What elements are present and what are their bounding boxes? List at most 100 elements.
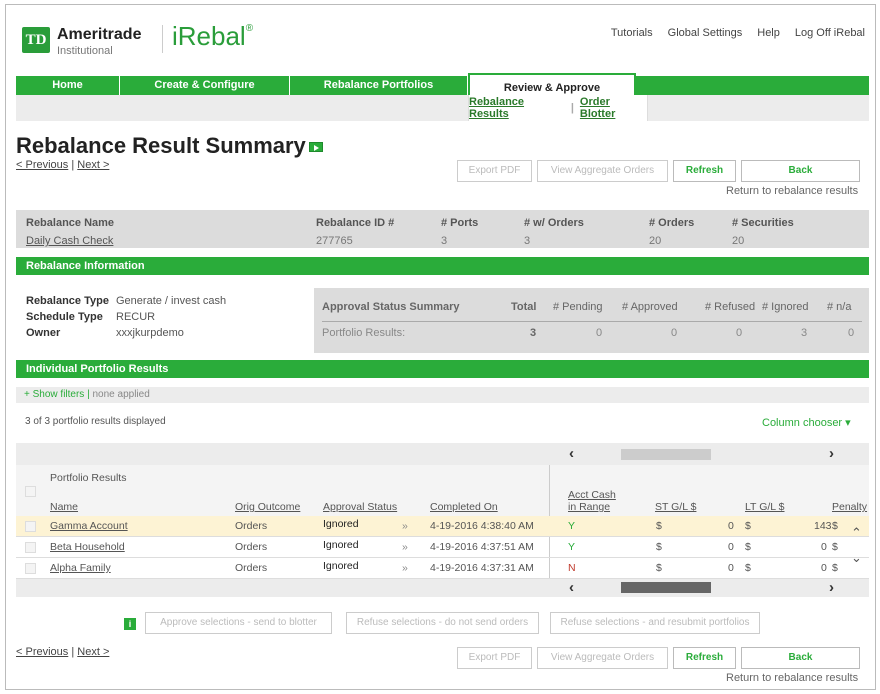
row-action-icon[interactable]: » bbox=[402, 541, 408, 553]
in-range: N bbox=[568, 562, 576, 574]
scroll-left-icon[interactable]: ‹ bbox=[569, 445, 574, 462]
summary-header: # Ports bbox=[441, 217, 479, 229]
st-gl-currency: $ bbox=[656, 562, 662, 574]
help-link[interactable]: Help bbox=[757, 27, 780, 39]
scroll-down-icon[interactable]: ⌄ bbox=[851, 550, 862, 566]
summary-header: # Securities bbox=[732, 217, 794, 229]
table-row[interactable]: Gamma Account Orders Ignored » 4-19-2016… bbox=[16, 516, 869, 537]
approval-refused: 0 bbox=[736, 327, 743, 339]
scroll-right-icon[interactable]: › bbox=[829, 445, 834, 462]
export-pdf-button[interactable]: Export PDF bbox=[457, 160, 532, 182]
refresh-button[interactable]: Refresh bbox=[673, 160, 736, 182]
previous-link[interactable]: < Previous bbox=[16, 159, 68, 171]
summary-header: Rebalance Name bbox=[26, 217, 115, 229]
global-settings-link[interactable]: Global Settings bbox=[668, 27, 743, 39]
rebalance-id: 277765 bbox=[316, 235, 353, 247]
penalty-currency: $ bbox=[832, 562, 838, 574]
column-chooser[interactable]: Column chooser ▾ bbox=[762, 416, 851, 429]
approval-approved: 0 bbox=[671, 327, 678, 339]
completed-on: 4-19-2016 4:37:51 AM bbox=[430, 541, 534, 553]
filters-separator: | bbox=[87, 389, 90, 400]
table-row[interactable]: Alpha Family Orders Ignored » 4-19-2016 … bbox=[16, 558, 869, 579]
page-title: Rebalance Result Summary bbox=[16, 133, 306, 158]
completed-on: 4-19-2016 4:37:31 AM bbox=[430, 562, 534, 574]
show-filters-link[interactable]: + Show filters bbox=[24, 389, 84, 400]
approval-status: Ignored bbox=[323, 518, 359, 530]
col-name[interactable]: Name bbox=[50, 501, 78, 513]
tab-review-approve[interactable]: Review & Approve bbox=[468, 73, 636, 97]
info-icon[interactable]: i bbox=[124, 618, 136, 630]
select-all-checkbox[interactable] bbox=[25, 486, 36, 497]
tab-rebalance-portfolios[interactable]: Rebalance Portfolios bbox=[290, 76, 468, 95]
col-acct-cash[interactable]: Acct Cash bbox=[568, 489, 616, 501]
table-scroll-top: ‹ › bbox=[16, 443, 869, 465]
col-orig-outcome[interactable]: Orig Outcome bbox=[235, 501, 300, 513]
lt-gl-value: 143 bbox=[814, 520, 832, 532]
lt-gl-currency: $ bbox=[745, 520, 751, 532]
export-pdf-button[interactable]: Export PDF bbox=[457, 647, 532, 669]
scroll-up-icon[interactable]: ⌃ bbox=[851, 525, 862, 541]
group-header: Portfolio Results bbox=[50, 472, 127, 484]
in-range: Y bbox=[568, 541, 576, 553]
log-off-link[interactable]: Log Off iRebal bbox=[795, 27, 865, 39]
pager-separator: | bbox=[71, 646, 75, 658]
view-aggregate-orders-button[interactable]: View Aggregate Orders bbox=[537, 160, 668, 182]
back-button[interactable]: Back bbox=[741, 160, 860, 182]
filters-bar: + Show filters | none applied bbox=[16, 387, 869, 403]
view-aggregate-orders-button[interactable]: View Aggregate Orders bbox=[537, 647, 668, 669]
info-value: Generate / invest cash bbox=[116, 295, 227, 307]
rebalance-name-link[interactable]: Daily Cash Check bbox=[26, 235, 113, 247]
approval-row-label: Portfolio Results: bbox=[322, 327, 406, 339]
orig-outcome: Orders bbox=[235, 520, 268, 532]
col-st-gl[interactable]: ST G/L $ bbox=[655, 501, 696, 513]
sub-nav: Rebalance Results | Order Blotter bbox=[16, 95, 869, 121]
approval-header: # Refused bbox=[705, 301, 756, 313]
table-row[interactable]: Beta Household Orders Ignored » 4-19-201… bbox=[16, 537, 869, 558]
approval-header: Total bbox=[511, 301, 537, 313]
refuse-resubmit-button[interactable]: Refuse selections - and resubmit portfol… bbox=[550, 612, 760, 634]
col-in-range[interactable]: in Range bbox=[568, 501, 610, 513]
col-penalty[interactable]: Penalty bbox=[832, 501, 867, 513]
col-approval-status[interactable]: Approval Status bbox=[323, 501, 397, 513]
info-label: Schedule Type bbox=[26, 311, 103, 323]
refuse-selections-button[interactable]: Refuse selections - do not send orders bbox=[346, 612, 539, 634]
portfolio-name-link[interactable]: Beta Household bbox=[50, 541, 125, 553]
scroll-left-icon[interactable]: ‹ bbox=[569, 579, 574, 596]
scroll-right-icon[interactable]: › bbox=[829, 579, 834, 596]
scrollbar-thumb[interactable] bbox=[621, 582, 711, 593]
row-action-icon[interactable]: » bbox=[402, 562, 408, 574]
tutorials-link[interactable]: Tutorials bbox=[611, 27, 653, 39]
portfolio-name-link[interactable]: Gamma Account bbox=[50, 520, 128, 532]
next-link[interactable]: Next > bbox=[77, 646, 109, 658]
col-lt-gl[interactable]: LT G/L $ bbox=[745, 501, 785, 513]
st-gl-value: 0 bbox=[728, 541, 734, 553]
row-action-icon[interactable]: » bbox=[402, 520, 408, 532]
approval-na: 0 bbox=[848, 327, 855, 339]
order-blotter-link[interactable]: Order Blotter bbox=[580, 96, 647, 120]
refresh-button[interactable]: Refresh bbox=[673, 647, 736, 669]
pager-separator: | bbox=[71, 159, 75, 171]
scrollbar-thumb[interactable] bbox=[621, 449, 711, 460]
portfolio-name-link[interactable]: Alpha Family bbox=[50, 562, 111, 574]
lt-gl-currency: $ bbox=[745, 541, 751, 553]
next-link[interactable]: Next > bbox=[77, 159, 109, 171]
ports-count: 3 bbox=[441, 235, 448, 247]
row-checkbox[interactable] bbox=[25, 521, 36, 532]
tab-home[interactable]: Home bbox=[16, 76, 120, 95]
top-links: Tutorials Global Settings Help Log Off i… bbox=[611, 27, 865, 39]
back-button[interactable]: Back bbox=[741, 647, 860, 669]
info-label: Owner bbox=[26, 327, 61, 339]
approval-summary-title: Approval Status Summary bbox=[322, 301, 460, 313]
video-icon[interactable] bbox=[309, 142, 323, 152]
previous-link[interactable]: < Previous bbox=[16, 646, 68, 658]
securities-count: 20 bbox=[732, 235, 745, 247]
row-checkbox[interactable] bbox=[25, 563, 36, 574]
row-checkbox[interactable] bbox=[25, 542, 36, 553]
header-divider bbox=[162, 25, 163, 53]
orig-outcome: Orders bbox=[235, 562, 268, 574]
col-completed-on[interactable]: Completed On bbox=[430, 501, 498, 513]
in-range: Y bbox=[568, 520, 576, 532]
rebalance-results-link[interactable]: Rebalance Results bbox=[469, 96, 565, 120]
approve-selections-button[interactable]: Approve selections - send to blotter bbox=[145, 612, 332, 634]
tab-create-configure[interactable]: Create & Configure bbox=[120, 76, 290, 95]
